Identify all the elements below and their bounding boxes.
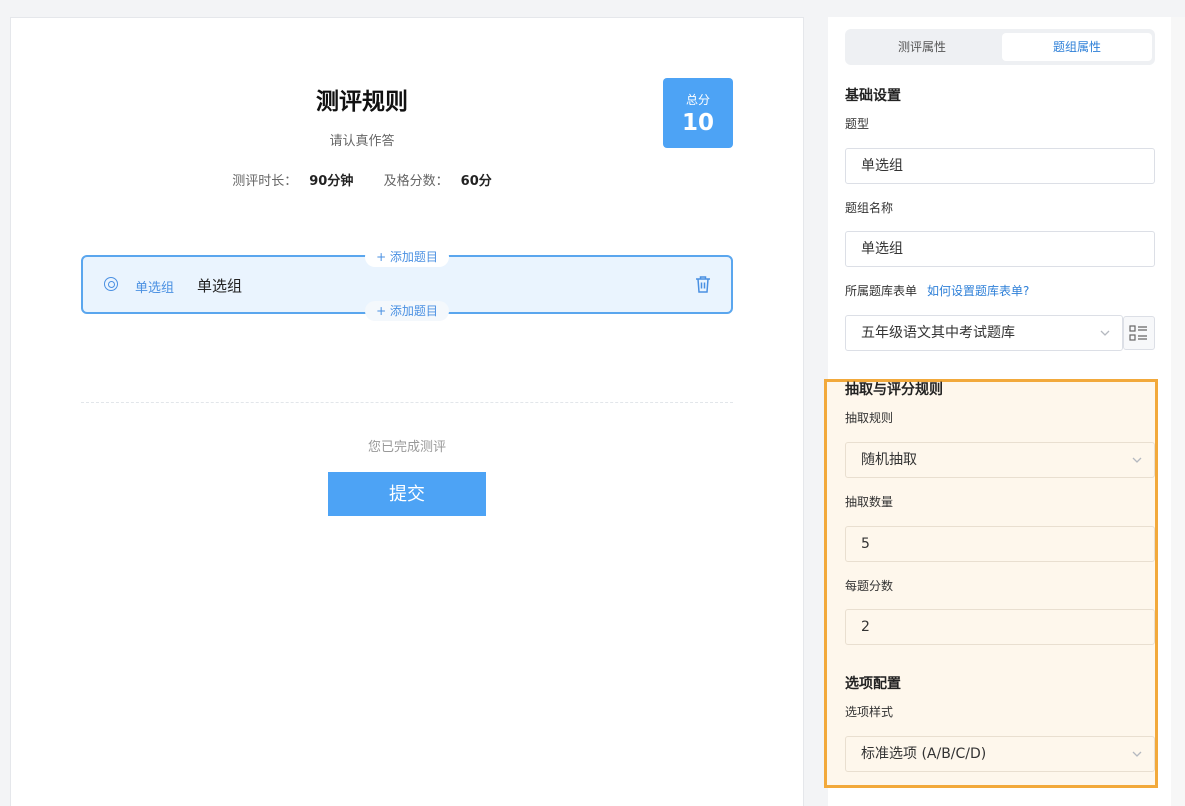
rules-title: 抽取与评分规则 [845,382,943,398]
duration-value: 90分钟 [309,174,354,189]
duration-label: 测评时长： [232,174,298,189]
basic-settings-title: 基础设置 [845,88,901,104]
score-each-input[interactable]: 2 [845,609,1155,645]
page-title: 测评规则 [316,89,408,115]
submit-button[interactable]: 提交 [328,472,486,516]
chevron-down-icon [1100,330,1110,336]
property-tabs: 测评属性 题组属性 [845,29,1155,65]
draw-rule-value: 随机抽取 [861,452,917,468]
draw-count-input[interactable]: 5 [845,526,1155,562]
divider [81,402,733,403]
question-type-label: 题型 [845,117,870,131]
draw-rule-label: 抽取规则 [845,411,894,425]
draw-rule-select[interactable]: 随机抽取 [845,442,1155,478]
properties-panel: 测评属性 题组属性 基础设置 题型 单选组 题组名称 单选组 所属题库表单 如何设… [824,17,1171,806]
question-type-field[interactable]: 单选组 [845,148,1155,184]
tab-assessment-properties[interactable]: 测评属性 [847,33,997,61]
score-each-label: 每题分数 [845,579,894,593]
group-type-tag: 单选组 [135,281,175,296]
group-name: 单选组 [197,277,243,295]
scrollbar[interactable] [1171,17,1185,806]
chevron-down-icon [1132,457,1142,463]
add-question-button-bottom[interactable]: + 添加题目 [365,301,449,321]
question-bank-label: 所属题库表单 如何设置题库表单? [845,282,1029,299]
draw-count-label: 抽取数量 [845,495,894,509]
pass-score-label: 及格分数： [383,174,449,189]
group-name-label: 题组名称 [845,201,894,215]
question-bank-value: 五年级语文其中考试题库 [861,325,1015,341]
option-style-label: 选项样式 [845,705,894,719]
question-bank-select[interactable]: 五年级语文其中考试题库 [845,315,1123,351]
options-config-title: 选项配置 [845,676,901,692]
total-score-badge: 总分 10 [663,78,733,148]
tab-group-properties[interactable]: 题组属性 [1002,33,1152,61]
page-subtitle: 请认真作答 [329,134,395,149]
bank-help-link[interactable]: 如何设置题库表单? [927,284,1029,298]
question-bank-label-text: 所属题库表单 [845,284,918,298]
trash-icon[interactable] [695,275,711,293]
add-question-button-top[interactable]: + 添加题目 [365,247,449,267]
assessment-meta: 测评时长： 90分钟 及格分数： 60分 [11,170,713,189]
total-score-label: 总分 [685,93,710,107]
pass-score-value: 60分 [460,174,492,189]
radio-target-icon [104,277,118,291]
completion-text: 您已完成测评 [367,440,446,455]
list-layout-icon [1129,325,1147,341]
chevron-down-icon [1132,751,1142,757]
assessment-canvas: 测评规则 请认真作答 测评时长： 90分钟 及格分数： 60分 总分 10 单选组 … [10,17,804,806]
group-name-input[interactable]: 单选组 [845,231,1155,267]
option-style-select[interactable]: 标准选项 (A/B/C/D) [845,736,1155,772]
option-style-value: 标准选项 (A/B/C/D) [861,746,987,762]
total-score-value: 10 [681,110,714,136]
list-view-button[interactable] [1123,316,1155,350]
